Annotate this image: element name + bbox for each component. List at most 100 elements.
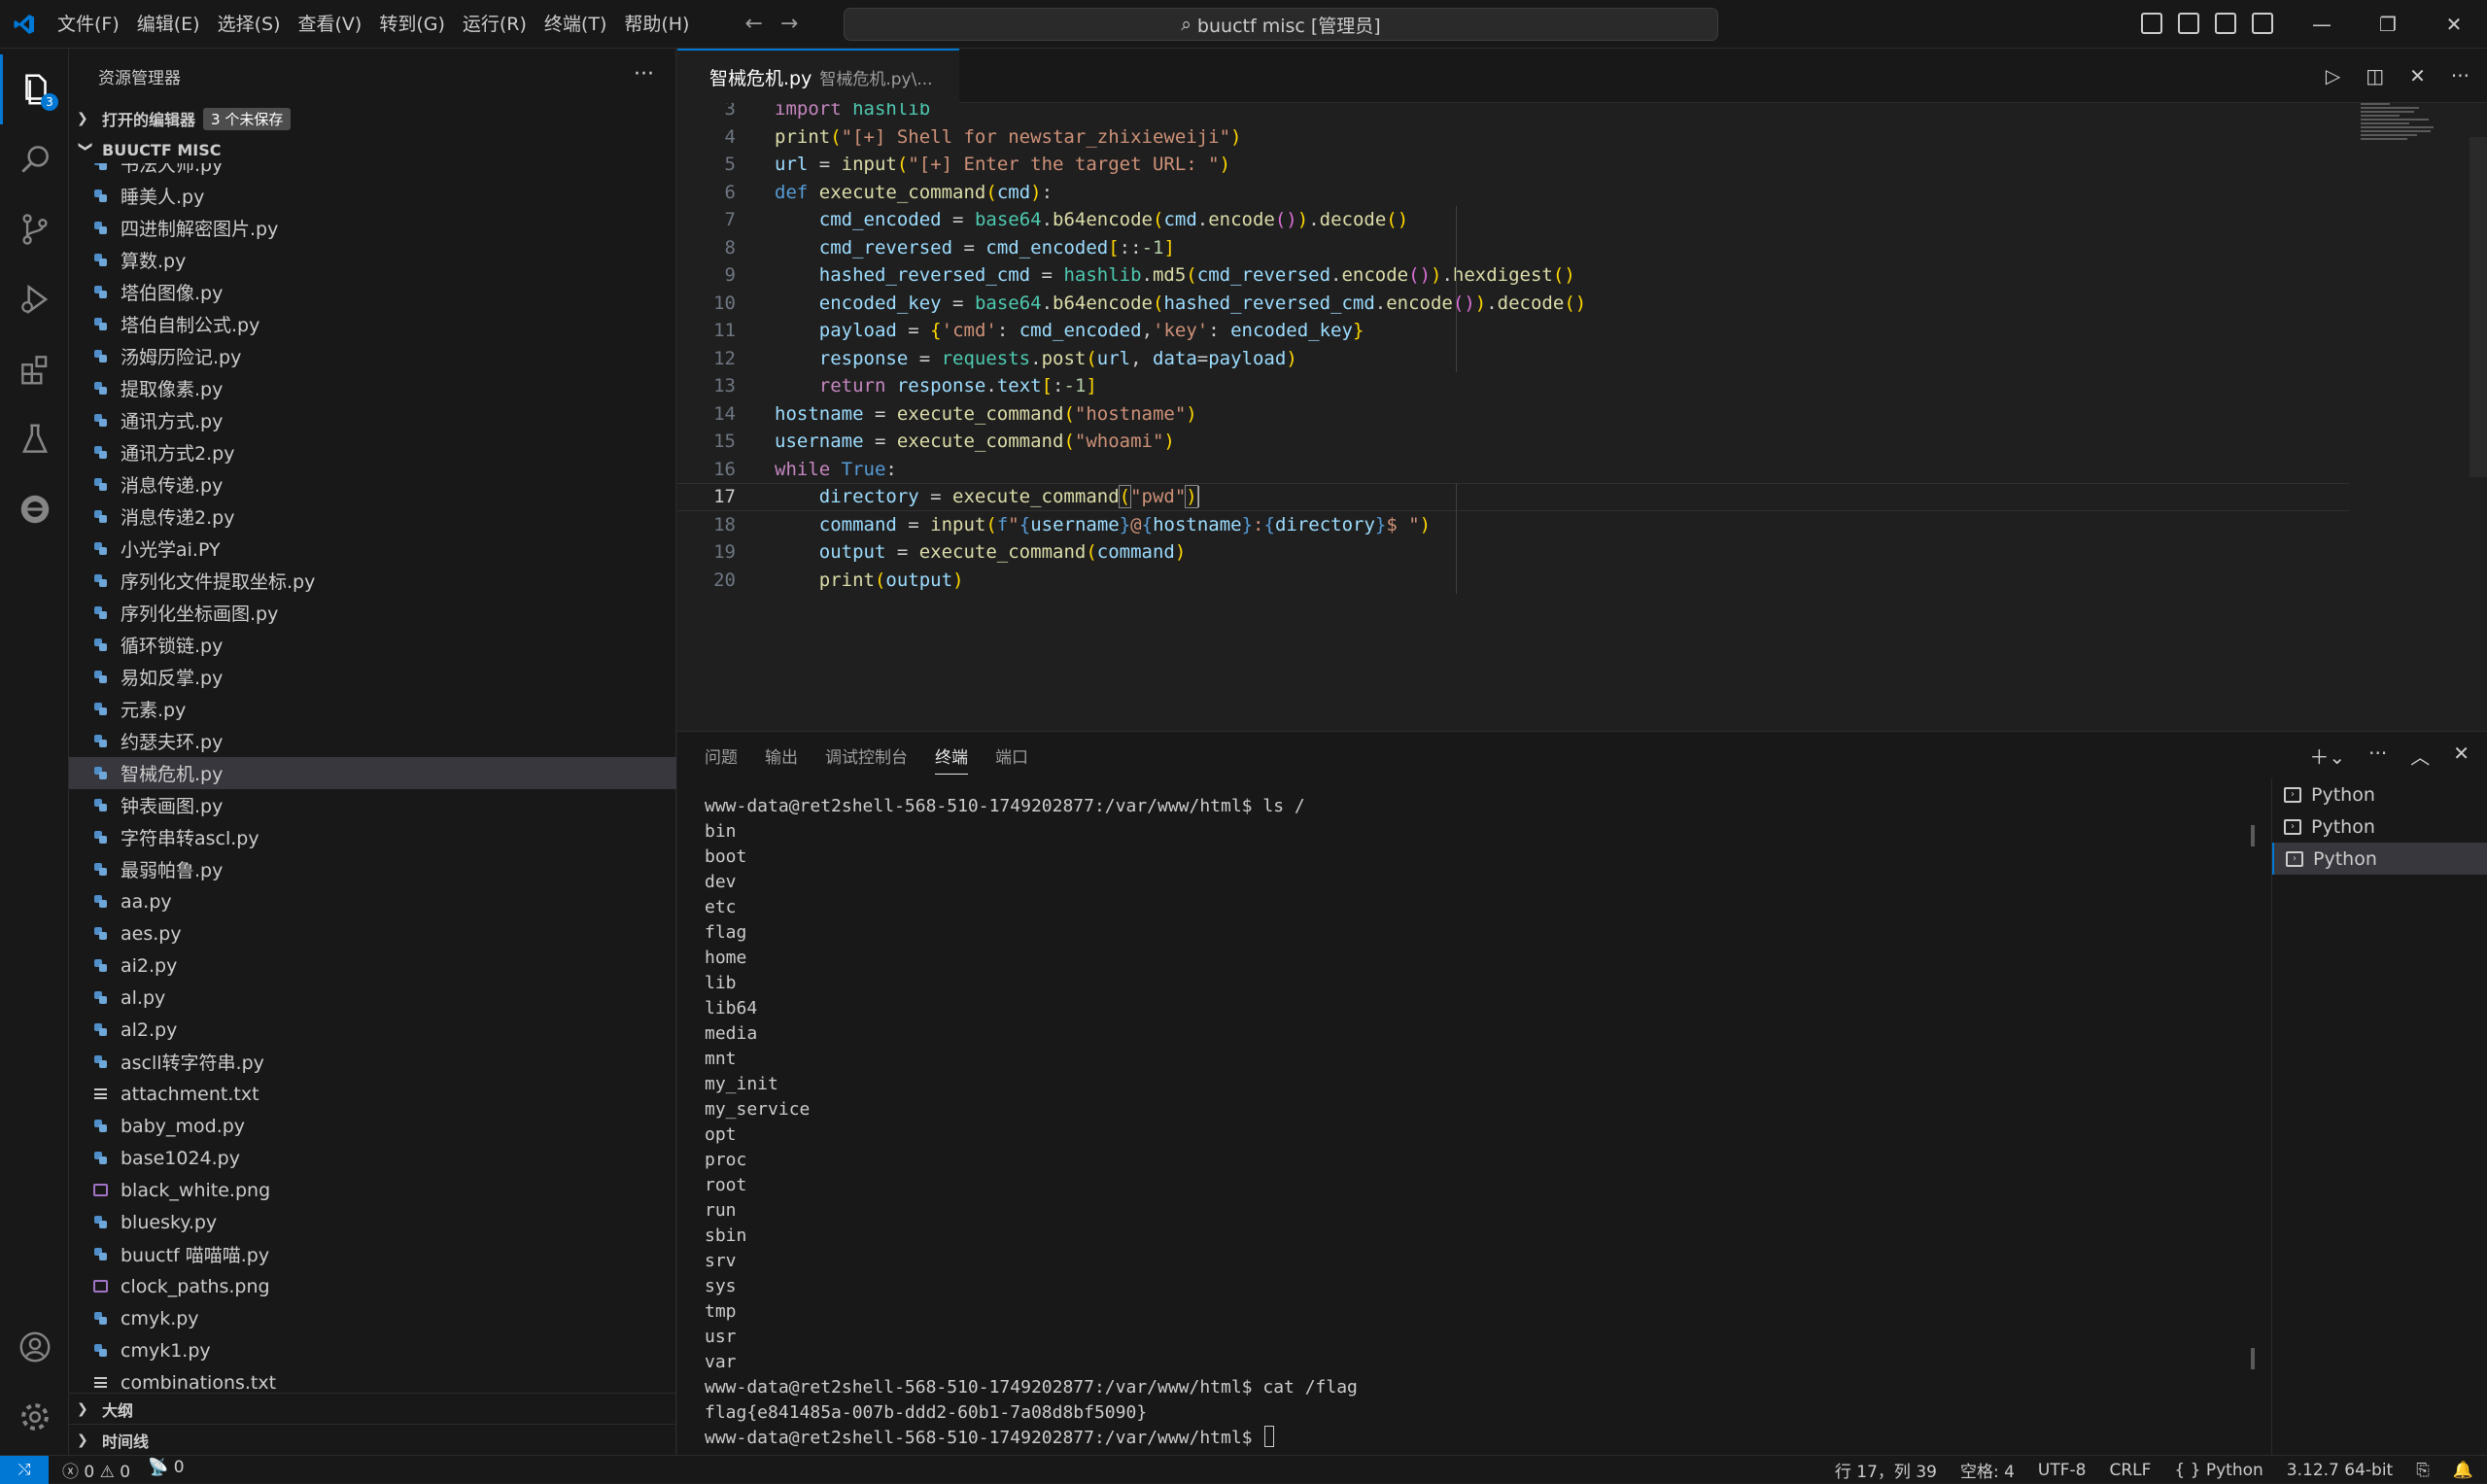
- file-item[interactable]: 汤姆历险记.py: [69, 340, 676, 372]
- minimap[interactable]: [2361, 103, 2438, 152]
- file-item[interactable]: attachment.txt: [69, 1078, 676, 1110]
- file-item[interactable]: 最弱帕鲁.py: [69, 853, 676, 885]
- customize-layout-icon[interactable]: [2252, 13, 2273, 34]
- indentation[interactable]: 空格: 4: [1960, 1458, 2015, 1482]
- timeline-section[interactable]: ❯ 时间线: [69, 1424, 676, 1455]
- close-window-icon[interactable]: ✕: [2421, 0, 2487, 49]
- terminal-instance[interactable]: › Python: [2272, 778, 2487, 811]
- split-editor-icon[interactable]: ◫: [2366, 64, 2384, 87]
- file-item[interactable]: 书法大师.py: [69, 163, 676, 180]
- tab-terminal[interactable]: 终端: [935, 743, 968, 775]
- file-item[interactable]: al.py: [69, 982, 676, 1014]
- terminal-scrollbar[interactable]: [2251, 825, 2255, 1369]
- remote-explorer-activity[interactable]: [0, 474, 69, 544]
- back-arrow-icon[interactable]: ←: [744, 12, 762, 36]
- file-item[interactable]: 塔伯图像.py: [69, 276, 676, 308]
- tab-ports[interactable]: 端口: [995, 743, 1028, 775]
- file-item[interactable]: 消息传递.py: [69, 468, 676, 500]
- editor-scrollbar[interactable]: [2470, 137, 2487, 477]
- folder-section[interactable]: ❯ BUUCTF MISC: [69, 134, 675, 165]
- remote-indicator-icon[interactable]: ⤭: [0, 1455, 49, 1484]
- menu-edit[interactable]: 编辑(E): [128, 0, 209, 49]
- menu-file[interactable]: 文件(F): [49, 0, 128, 49]
- new-terminal-icon[interactable]: ＋⌄: [2309, 742, 2345, 770]
- file-item[interactable]: cmyk1.py: [69, 1334, 676, 1366]
- file-item[interactable]: base1024.py: [69, 1142, 676, 1174]
- terminal-instance[interactable]: › Python: [2272, 811, 2487, 843]
- forward-arrow-icon[interactable]: →: [780, 12, 798, 36]
- file-item[interactable]: 约瑟夫环.py: [69, 725, 676, 757]
- file-item[interactable]: 序列化坐标画图.py: [69, 597, 676, 629]
- editor-tab[interactable]: 智械危机.py 智械危机.py\...: [677, 49, 959, 103]
- tab-output[interactable]: 输出: [765, 743, 798, 775]
- maximize-panel-icon[interactable]: ︿: [2410, 742, 2430, 770]
- toggle-primary-sidebar-icon[interactable]: [2141, 13, 2162, 34]
- toggle-secondary-sidebar-icon[interactable]: [2215, 13, 2236, 34]
- file-item[interactable]: black_white.png: [69, 1174, 676, 1206]
- close-editor-icon[interactable]: ✕: [2409, 64, 2426, 87]
- file-item[interactable]: 消息传递2.py: [69, 500, 676, 533]
- outline-section[interactable]: ❯ 大纲: [69, 1393, 676, 1424]
- run-python-icon[interactable]: ▷: [2326, 64, 2340, 87]
- notifications-icon[interactable]: 🔔: [2453, 1461, 2473, 1480]
- file-item[interactable]: 四进制解密图片.py: [69, 212, 676, 244]
- extensions-activity[interactable]: [0, 334, 69, 404]
- explorer-activity[interactable]: 3: [0, 54, 69, 124]
- tab-problems[interactable]: 问题: [705, 743, 738, 775]
- more-actions-icon[interactable]: ···: [634, 62, 654, 86]
- file-item[interactable]: aa.py: [69, 885, 676, 917]
- source-control-activity[interactable]: [0, 194, 69, 264]
- open-editors-section[interactable]: ❯ 打开的编辑器 3 个未保存: [69, 103, 675, 134]
- file-item[interactable]: 睡美人.py: [69, 180, 676, 212]
- toggle-panel-icon[interactable]: [2178, 13, 2199, 34]
- command-center-search[interactable]: ⌕ buuctf misc [管理员]: [844, 8, 1718, 41]
- file-item[interactable]: bluesky.py: [69, 1206, 676, 1238]
- python-interpreter[interactable]: 3.12.7 64-bit: [2287, 1461, 2393, 1480]
- file-item[interactable]: 通讯方式.py: [69, 404, 676, 436]
- file-item[interactable]: 字符串转ascl.py: [69, 821, 676, 853]
- language-mode[interactable]: { } Python: [2174, 1461, 2262, 1480]
- restore-icon[interactable]: ❐: [2355, 0, 2421, 49]
- testing-activity[interactable]: [0, 404, 69, 474]
- file-item[interactable]: aes.py: [69, 917, 676, 949]
- copilot-icon[interactable]: ⎘: [2416, 1461, 2430, 1480]
- file-item[interactable]: al2.py: [69, 1014, 676, 1046]
- file-item[interactable]: 通讯方式2.py: [69, 436, 676, 468]
- file-item[interactable]: 钟表画图.py: [69, 789, 676, 821]
- file-item[interactable]: ascll转字符串.py: [69, 1046, 676, 1078]
- file-item[interactable]: ai2.py: [69, 949, 676, 982]
- file-item[interactable]: clock_paths.png: [69, 1270, 676, 1302]
- file-item[interactable]: cmyk.py: [69, 1302, 676, 1334]
- file-item[interactable]: 循环锁链.py: [69, 629, 676, 661]
- editor-more-icon[interactable]: ···: [2451, 64, 2470, 87]
- menu-go[interactable]: 转到(G): [370, 0, 454, 49]
- code-editor[interactable]: 3 import hashlib 4 print("[+] Shell for ne…: [677, 103, 2487, 730]
- cursor-position[interactable]: 行 17，列 39: [1835, 1458, 1937, 1482]
- manage-activity[interactable]: [0, 1382, 69, 1452]
- terminal-output[interactable]: www-data@ret2shell-568-510-1749202877:/v…: [705, 794, 2221, 1455]
- accounts-activity[interactable]: [0, 1312, 69, 1382]
- file-item[interactable]: 元素.py: [69, 693, 676, 725]
- file-item[interactable]: baby_mod.py: [69, 1110, 676, 1142]
- run-debug-activity[interactable]: [0, 264, 69, 334]
- menu-run[interactable]: 运行(R): [454, 0, 535, 49]
- file-item[interactable]: 提取像素.py: [69, 372, 676, 404]
- menu-help[interactable]: 帮助(H): [615, 0, 698, 49]
- minimize-icon[interactable]: —: [2289, 0, 2355, 49]
- terminal-instance-active[interactable]: › Python: [2272, 843, 2487, 875]
- menu-selection[interactable]: 选择(S): [209, 0, 290, 49]
- file-item[interactable]: 易如反掌.py: [69, 661, 676, 693]
- menu-view[interactable]: 查看(V): [290, 0, 371, 49]
- file-item[interactable]: 智械危机.py: [69, 757, 676, 789]
- encoding[interactable]: UTF-8: [2038, 1461, 2087, 1480]
- search-activity[interactable]: [0, 124, 69, 194]
- tab-debug-console[interactable]: 调试控制台: [825, 743, 908, 775]
- panel-more-icon[interactable]: ···: [2368, 742, 2387, 770]
- end-of-line[interactable]: CRLF: [2109, 1461, 2151, 1480]
- ports-status[interactable]: 📡 0: [148, 1458, 184, 1482]
- file-item[interactable]: 序列化文件提取坐标.py: [69, 565, 676, 597]
- file-item[interactable]: 小光学ai.PY: [69, 533, 676, 565]
- problems-status[interactable]: ⓧ 0 ⚠ 0: [62, 1458, 130, 1482]
- terminal-prompt-line[interactable]: www-data@ret2shell-568-510-1749202877:/v…: [705, 1426, 2221, 1451]
- close-panel-icon[interactable]: ✕: [2453, 742, 2470, 770]
